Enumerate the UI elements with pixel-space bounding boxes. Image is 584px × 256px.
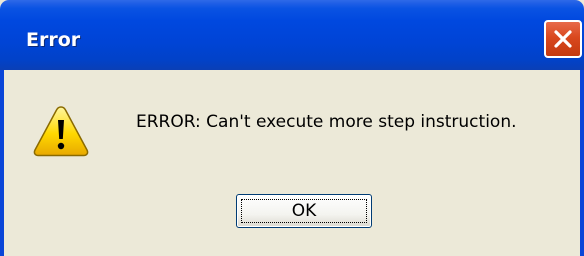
ok-button-label: OK [291,201,317,221]
dialog-body [4,70,580,256]
warning-icon [33,106,89,157]
window-title: Error [26,29,81,51]
window-frame-right [580,70,584,256]
close-button[interactable] [544,20,582,58]
error-dialog-window: Error ERROR: Can't execute more step ins… [0,0,584,256]
title-bar[interactable]: Error [0,0,584,70]
error-message: ERROR: Can't execute more step instructi… [136,112,517,132]
ok-button[interactable]: OK [236,194,372,228]
close-icon [554,30,572,48]
